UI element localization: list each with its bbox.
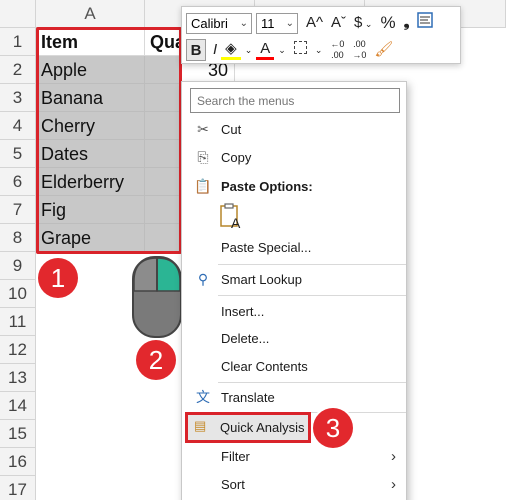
- copy-icon: ⎘: [197, 149, 209, 165]
- menu-item-paste-special[interactable]: Paste Special...: [182, 234, 406, 261]
- wrap-text-button[interactable]: [413, 12, 437, 34]
- font-size-value: 11: [261, 15, 275, 31]
- translate-icon: 文: [196, 389, 210, 405]
- menu-item-label: Smart Lookup: [221, 272, 302, 287]
- row-header-1[interactable]: 1: [0, 28, 36, 56]
- menu-item-delete[interactable]: Delete...: [182, 325, 406, 352]
- row-header-12[interactable]: 12: [0, 336, 36, 364]
- menu-item-label: Delete...: [221, 331, 270, 346]
- menu-item-paste-options: 📋 Paste Options:: [182, 173, 406, 200]
- search-icon: ⚲: [197, 271, 209, 287]
- clipboard-icon: 📋: [194, 178, 212, 194]
- italic-button[interactable]: I: [209, 39, 221, 61]
- borders-dropdown[interactable]: ⌄: [311, 39, 327, 61]
- paint-bucket-icon: ◈: [225, 40, 237, 57]
- menu-search-input[interactable]: [190, 88, 400, 113]
- callout-badge-1: 1: [38, 258, 78, 298]
- selection-highlight-box: [36, 27, 182, 254]
- row-header-8[interactable]: 8: [0, 224, 36, 252]
- wrap-text-icon: [417, 12, 434, 28]
- callout-badge-2: 2: [136, 340, 176, 380]
- font-color-dropdown[interactable]: ⌄: [274, 39, 290, 61]
- row-header-14[interactable]: 14: [0, 392, 36, 420]
- row-header-9[interactable]: 9: [0, 252, 36, 280]
- chevron-down-icon: ⌄: [239, 17, 248, 29]
- fill-color-dropdown[interactable]: ⌄: [241, 39, 257, 61]
- chevron-down-icon: ⌄: [285, 17, 294, 29]
- borders-icon: [293, 41, 307, 54]
- select-all-corner[interactable]: [0, 0, 36, 28]
- row-header-11[interactable]: 11: [0, 308, 36, 336]
- menu-item-label: Copy: [221, 150, 252, 165]
- font-name-box[interactable]: Calibri ⌄: [186, 12, 252, 34]
- decrease-decimal-button[interactable]: .00 →0: [348, 39, 370, 61]
- chevron-right-icon: ›: [391, 476, 396, 493]
- menu-separator: [218, 295, 406, 296]
- bold-button[interactable]: B: [186, 39, 206, 61]
- row-header-7[interactable]: 7: [0, 196, 36, 224]
- row-header-13[interactable]: 13: [0, 364, 36, 392]
- menu-item-copy[interactable]: ⎘ Copy: [182, 144, 406, 171]
- menu-item-label: Quick Analysis: [220, 420, 305, 435]
- comma-style-button[interactable]: ❟: [400, 12, 414, 34]
- menu-item-translate[interactable]: 文 Translate: [182, 384, 406, 411]
- paste-button[interactable]: A: [219, 202, 247, 232]
- font-color-a-icon: A: [260, 40, 271, 57]
- currency-format-button[interactable]: $ ⌄: [350, 12, 376, 34]
- decrease-decimal-icon: .00 →0: [352, 39, 367, 60]
- callout-badge-3: 3: [313, 408, 353, 448]
- scissors-icon: ✂: [197, 121, 209, 137]
- font-name-value: Calibri: [191, 15, 228, 31]
- menu-separator: [218, 382, 406, 383]
- menu-item-label: Sort: [221, 477, 245, 492]
- font-color-button[interactable]: A: [256, 40, 275, 60]
- format-painter-icon: 🖌: [374, 41, 394, 58]
- column-header-a[interactable]: A: [36, 0, 145, 28]
- svg-text:A: A: [231, 215, 241, 230]
- menu-item-clear-contents[interactable]: Clear Contents: [182, 353, 406, 380]
- menu-item-label: Insert...: [221, 304, 265, 319]
- row-header-17[interactable]: 17: [0, 476, 36, 500]
- increase-decimal-icon: ←0.00: [330, 39, 345, 60]
- fill-color-button[interactable]: ◈: [221, 40, 241, 60]
- row-header-4[interactable]: 4: [0, 112, 36, 140]
- percent-style-button[interactable]: %: [376, 12, 399, 34]
- menu-separator: [218, 264, 406, 265]
- row-header-15[interactable]: 15: [0, 420, 36, 448]
- menu-item-label: Paste Special...: [221, 240, 312, 255]
- menu-item-label: Paste Options:: [221, 179, 313, 194]
- mini-toolbar: Calibri ⌄ 11 ⌄ A^ Aˇ $ ⌄ % ❟ B I ◈ ⌄ A ⌄ ⌄…: [181, 6, 461, 64]
- font-size-box[interactable]: 11 ⌄: [256, 12, 298, 34]
- quick-analysis-icon: ▤: [194, 418, 207, 433]
- menu-item-smart-lookup[interactable]: ⚲ Smart Lookup: [182, 266, 406, 293]
- mouse-right-click-icon: [132, 256, 182, 338]
- menu-item-label: Cut: [221, 122, 242, 137]
- row-header-16[interactable]: 16: [0, 448, 36, 476]
- paste-clipboard-icon: A: [220, 203, 241, 231]
- menu-item-label: Translate: [221, 390, 275, 405]
- row-header-3[interactable]: 3: [0, 84, 36, 112]
- menu-item-cut[interactable]: ✂ Cut: [182, 116, 406, 143]
- borders-button[interactable]: [290, 39, 311, 61]
- chevron-right-icon: ›: [391, 448, 396, 465]
- row-header-2[interactable]: 2: [0, 56, 36, 84]
- format-painter-button[interactable]: 🖌: [370, 39, 397, 61]
- menu-item-label: Clear Contents: [221, 359, 308, 374]
- decrease-font-size-button[interactable]: Aˇ: [327, 12, 350, 34]
- increase-font-size-button[interactable]: A^: [302, 12, 327, 34]
- increase-decimal-button[interactable]: ←0.00: [326, 39, 348, 61]
- menu-item-sort[interactable]: Sort ›: [182, 471, 406, 498]
- row-header-10[interactable]: 10: [0, 280, 36, 308]
- menu-item-filter[interactable]: Filter ›: [182, 443, 406, 470]
- menu-item-label: Filter: [221, 449, 250, 464]
- row-header-6[interactable]: 6: [0, 168, 36, 196]
- menu-item-insert[interactable]: Insert...: [182, 298, 406, 325]
- row-header-5[interactable]: 5: [0, 140, 36, 168]
- menu-item-quick-analysis[interactable]: ▤ Quick Analysis: [185, 412, 311, 443]
